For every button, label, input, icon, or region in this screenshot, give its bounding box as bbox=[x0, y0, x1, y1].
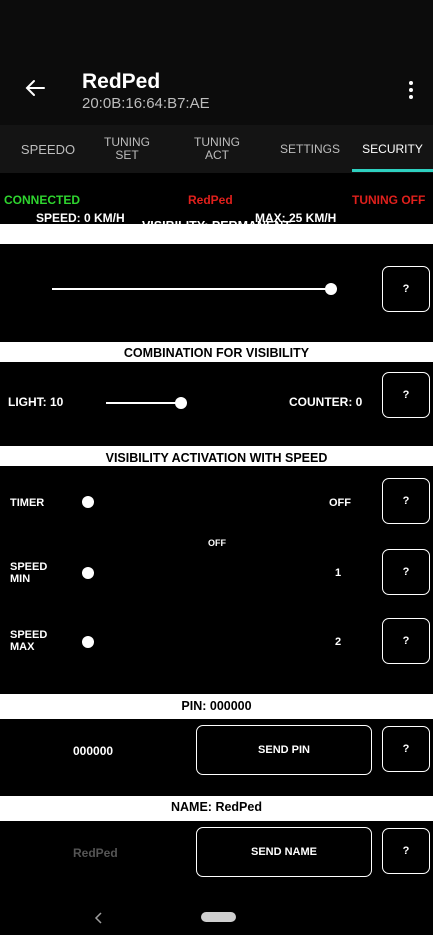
timer-help-button[interactable]: ? bbox=[382, 478, 430, 524]
system-nav-bar bbox=[0, 900, 433, 935]
name-help-button[interactable]: ? bbox=[382, 828, 430, 874]
kebab-menu-icon[interactable] bbox=[405, 78, 417, 102]
name-input[interactable]: RedPed bbox=[73, 847, 118, 859]
combination-help-button[interactable]: ? bbox=[382, 372, 430, 418]
visibility-label: VISIBILITY: PERMANENT bbox=[141, 219, 292, 233]
name-panel: RedPed SEND NAME ? bbox=[0, 821, 433, 900]
combination-label: COMBINATION FOR VISIBILITY bbox=[123, 346, 310, 360]
light-value: LIGHT: 10 bbox=[8, 395, 64, 409]
pin-help-button[interactable]: ? bbox=[382, 726, 430, 772]
connection-status: CONNECTED bbox=[4, 193, 81, 207]
tab-settings[interactable]: SETTINGS bbox=[268, 125, 352, 173]
speed-min-help-button[interactable]: ? bbox=[382, 549, 430, 595]
pin-input[interactable]: 000000 bbox=[73, 745, 113, 757]
speed-max-help-button[interactable]: ? bbox=[382, 618, 430, 664]
visibility-help-button[interactable]: ? bbox=[382, 266, 430, 312]
activation-panel: TIMER OFF ? OFF SPEED MIN 1 ? SPEED MAX … bbox=[0, 466, 433, 694]
app-header: RedPed 20:0B:16:64:B7:AE bbox=[0, 0, 433, 125]
visibility-slider-track bbox=[52, 288, 332, 290]
activation-middle-value: OFF bbox=[208, 538, 226, 548]
counter-value: COUNTER: 0 bbox=[289, 395, 363, 409]
name-label: NAME: RedPed bbox=[171, 800, 262, 814]
speed-min-value: 1 bbox=[335, 567, 342, 579]
tab-tuning-set[interactable]: TUNING SET bbox=[96, 125, 158, 173]
tab-tuning-act[interactable]: TUNING ACT bbox=[186, 125, 248, 173]
speed-max-label: SPEED MAX bbox=[10, 629, 48, 653]
tab-bar: SPEEDO TUNING SET TUNING ACT SETTINGS SE… bbox=[0, 125, 433, 173]
activation-label: VISIBILITY ACTIVATION WITH SPEED bbox=[105, 451, 328, 465]
tuning-status: TUNING OFF bbox=[352, 193, 426, 207]
back-arrow-icon[interactable] bbox=[24, 77, 46, 99]
tab-active-indicator bbox=[352, 169, 433, 172]
speed-min-switch-thumb[interactable] bbox=[82, 567, 94, 579]
speed-min-label: SPEED MIN bbox=[10, 561, 48, 585]
visibility-slider-thumb[interactable] bbox=[325, 283, 337, 295]
device-address: 20:0B:16:64:B7:AE bbox=[82, 95, 210, 112]
timer-value: OFF bbox=[329, 497, 351, 509]
pin-label: PIN: 000000 bbox=[181, 699, 252, 713]
visibility-panel: ? bbox=[0, 244, 433, 342]
page-title: RedPed bbox=[82, 70, 161, 93]
light-slider-track bbox=[106, 402, 182, 404]
light-slider-thumb[interactable] bbox=[175, 397, 187, 409]
pin-panel: 000000 SEND PIN ? bbox=[0, 719, 433, 796]
speed-max-switch-thumb[interactable] bbox=[82, 636, 94, 648]
device-name-status: RedPed bbox=[188, 193, 233, 207]
nav-home-pill-icon[interactable] bbox=[201, 912, 236, 922]
tab-speedo[interactable]: SPEEDO bbox=[0, 125, 96, 173]
timer-switch-thumb[interactable] bbox=[82, 496, 94, 508]
tab-security[interactable]: SECURITY bbox=[352, 125, 433, 173]
send-pin-button[interactable]: SEND PIN bbox=[196, 725, 372, 775]
timer-label: TIMER bbox=[10, 497, 45, 509]
send-name-button[interactable]: SEND NAME bbox=[196, 827, 372, 877]
speed-max-value: 2 bbox=[335, 636, 342, 648]
nav-back-icon[interactable] bbox=[93, 911, 103, 925]
